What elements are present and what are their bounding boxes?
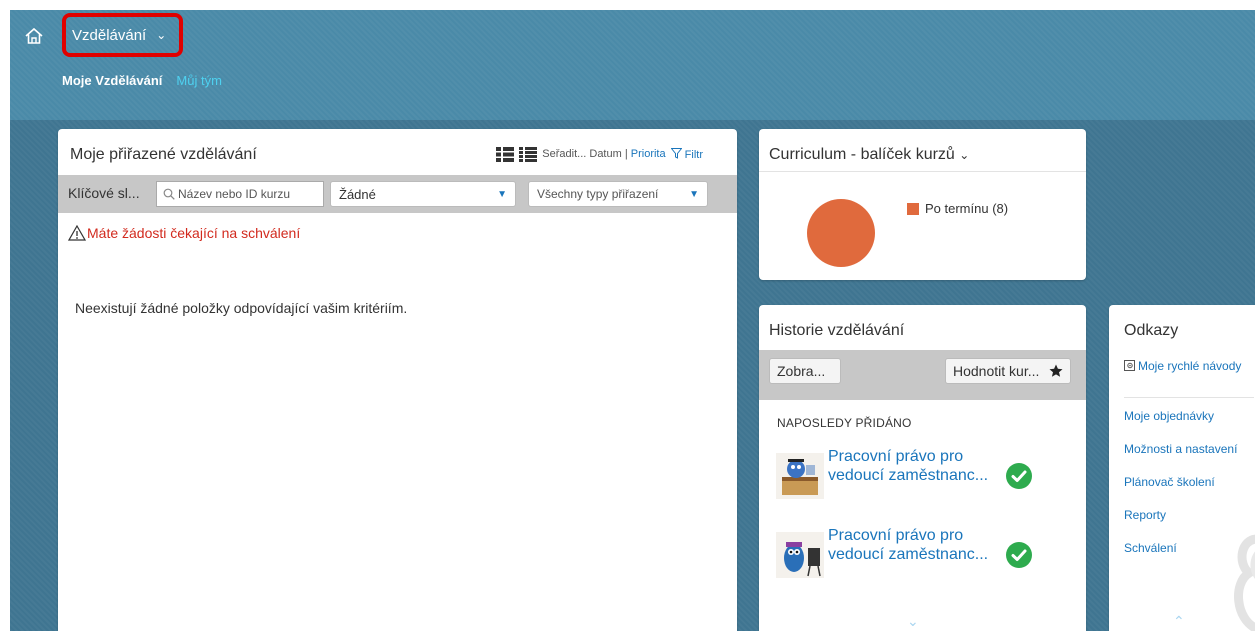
link-options-settings[interactable]: Možnosti a nastavení (1124, 442, 1237, 456)
search-icon (163, 188, 175, 200)
assigned-learning-panel: Moje přiřazené vzdělávání Seřadit... Dat… (58, 129, 737, 631)
sort-separator: | (624, 148, 628, 160)
history-toolbar: Zobra... Hodnotit kur... (759, 350, 1086, 400)
empty-results-message: Neexistují žádné položky odpovídající va… (75, 300, 408, 316)
pending-approval-warning[interactable]: Máte žádosti čekající na schválení (68, 225, 300, 241)
pie-slice-overdue[interactable] (807, 199, 875, 267)
chart-legend: Po termínu (8) (907, 201, 1008, 216)
assignment-type-value: Všechny typy přiřazení (537, 187, 659, 201)
legend-swatch (907, 202, 919, 215)
status-select[interactable]: Žádné ▼ (330, 181, 516, 207)
link-my-orders[interactable]: Moje objednávky (1124, 409, 1214, 423)
tab-my-team[interactable]: Můj tým (176, 73, 222, 88)
legend-label: Po termínu (8) (925, 201, 1009, 216)
history-item[interactable]: Pracovní právo pro vedoucí zaměstnanc... (776, 526, 1076, 578)
rate-course-button[interactable]: Hodnotit kur... (945, 358, 1071, 384)
assigned-learning-title: Moje přiřazené vzdělávání (70, 146, 257, 163)
links-panel: Odkazy Moje rychlé návody Moje objednávk… (1109, 305, 1255, 631)
course-thumbnail-icon (776, 453, 824, 499)
link-training-planner[interactable]: Plánovač školení (1124, 475, 1215, 489)
filter-label: Filtr (684, 148, 703, 161)
sort-priority[interactable]: Priorita (631, 148, 666, 160)
course-thumbnail-icon (776, 532, 824, 578)
sub-navigation: Moje Vzdělávání Můj tým (62, 73, 222, 88)
link-reports[interactable]: Reporty (1124, 508, 1166, 522)
curriculum-title[interactable]: Curriculum - balíček kurzů ⌄ (769, 146, 969, 164)
course-title-line2: vedoucí zaměstnanc... (828, 467, 989, 484)
keyword-label: Klíčové sl... (68, 185, 140, 201)
sort-control[interactable]: Seřadit... Datum | Priorita (542, 148, 665, 160)
assignment-type-select[interactable]: Všechny typy přiřazení ▼ (528, 181, 708, 207)
star-icon (1049, 364, 1063, 377)
chevron-down-icon: ⌄ (959, 148, 970, 162)
watermark-icon (1234, 534, 1255, 631)
list-view-icon[interactable] (496, 146, 515, 162)
warning-icon (68, 225, 86, 241)
recently-added-heading: NAPOSLEDY PŘIDÁNO (777, 416, 912, 430)
course-title-line2: vedoucí zaměstnanc... (828, 546, 989, 563)
course-title-line1: Pracovní právo pro (828, 527, 964, 544)
course-title-line1: Pracovní právo pro (828, 448, 964, 465)
compact-list-icon[interactable] (519, 146, 538, 162)
show-button[interactable]: Zobra... (769, 358, 841, 384)
learning-history-panel: Historie vzdělávání Zobra... Hodnotit ku… (759, 305, 1086, 631)
filter-icon (670, 147, 683, 159)
curriculum-title-text: Curriculum - balíček kurzů (769, 146, 955, 163)
scroll-up-icon[interactable]: ⌃ (1173, 613, 1185, 630)
link-quick-guides-label: Moje rychlé návody (1138, 359, 1242, 373)
guide-icon (1124, 360, 1135, 371)
completed-check-icon (1006, 463, 1032, 489)
module-menu[interactable]: Vzdělávání ⌄ (62, 13, 183, 57)
link-approvals[interactable]: Schválení (1124, 541, 1177, 555)
search-placeholder: Název nebo ID kurzu (178, 187, 291, 201)
sort-label: Seřadit... (542, 148, 587, 160)
status-select-value: Žádné (339, 186, 376, 202)
links-title: Odkazy (1124, 322, 1179, 339)
divider (759, 171, 1086, 172)
filter-button[interactable]: Filtr (670, 147, 703, 161)
scroll-down-icon[interactable]: ⌄ (907, 613, 919, 630)
chevron-down-icon: ⌄ (156, 28, 167, 42)
view-tools: Seřadit... Datum | Priorita Filtr (496, 146, 703, 162)
sort-date[interactable]: Datum (589, 148, 621, 160)
top-bar: Vzdělávání ⌄ Moje Vzdělávání Můj tým (10, 10, 1255, 120)
filter-bar: Klíčové sl... Název nebo ID kurzu Žádné … (58, 175, 737, 213)
link-quick-guides[interactable]: Moje rychlé návody (1124, 359, 1244, 373)
completed-check-icon (1006, 542, 1032, 568)
course-title[interactable]: Pracovní právo pro vedoucí zaměstnanc... (828, 447, 1008, 485)
warning-text: Máte žádosti čekající na schválení (87, 225, 301, 241)
rate-course-label: Hodnotit kur... (953, 363, 1040, 379)
divider (1124, 397, 1254, 398)
history-item[interactable]: Pracovní právo pro vedoucí zaměstnanc... (776, 447, 1076, 499)
course-title[interactable]: Pracovní právo pro vedoucí zaměstnanc... (828, 526, 1008, 564)
module-menu-label: Vzdělávání (72, 26, 147, 44)
course-search-input[interactable]: Název nebo ID kurzu (156, 181, 324, 207)
tab-my-learning[interactable]: Moje Vzdělávání (62, 73, 162, 88)
app-container: Vzdělávání ⌄ Moje Vzdělávání Můj tým Moj… (10, 10, 1255, 631)
curriculum-panel: Curriculum - balíček kurzů ⌄ Po termínu … (759, 129, 1086, 280)
learning-history-title: Historie vzdělávání (769, 322, 905, 339)
caret-down-icon: ▼ (497, 188, 507, 200)
home-icon[interactable] (24, 26, 44, 46)
caret-down-icon: ▼ (689, 188, 699, 200)
show-button-label: Zobra... (777, 363, 826, 379)
